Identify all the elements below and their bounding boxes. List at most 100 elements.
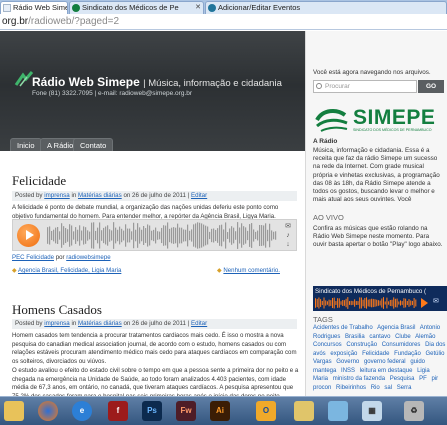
volume-icon[interactable]: ♪	[283, 232, 293, 240]
address-bar[interactable]: org.br/radioweb/?paged=2	[0, 14, 447, 30]
tag-link[interactable]: Serra	[397, 385, 412, 391]
page-favicon	[3, 4, 11, 12]
waveform[interactable]	[47, 222, 277, 249]
url-path: /radioweb/?paged=2	[28, 16, 120, 27]
comment-icon: ◆	[217, 267, 222, 274]
live-title: AO VIVO	[313, 213, 344, 222]
web-page: Rádio Web Simepe | Música, informação e …	[0, 31, 447, 396]
audio-author-link[interactable]: radiowebsimepe	[66, 254, 110, 261]
post-meta: Posted by imprensa in Matérias diárias o…	[12, 191, 297, 201]
search-placeholder: Procurar	[325, 83, 350, 90]
search-input[interactable]: Procurar	[313, 80, 417, 93]
tag-link[interactable]: Rio	[371, 385, 380, 391]
simepe-subtitle: SINDICATO DOS MÉDICOS DE PERNAMBUCO	[353, 128, 432, 132]
tag-link[interactable]: governo federal	[364, 359, 406, 365]
nav-tab-contato[interactable]: Contato	[73, 138, 114, 151]
search-go-button[interactable]: GO	[418, 80, 444, 93]
tag-link[interactable]: Consumidores	[382, 342, 421, 348]
archive-note: Você está agora navegando nos arquivos.	[313, 69, 431, 76]
firefox-icon[interactable]	[38, 401, 58, 421]
post-title[interactable]: Homens Casados	[12, 302, 102, 318]
tab-label: Rádio Web Simepe	[13, 3, 67, 12]
edit-link[interactable]: Editar	[191, 320, 207, 327]
nav-tab-inicio[interactable]: Inicio	[10, 138, 42, 151]
post-date: on 26 de julho de 2011 |	[123, 192, 190, 199]
tag-link[interactable]: Fundação	[394, 351, 421, 357]
post-title[interactable]: Felicidade	[12, 173, 66, 189]
site-title[interactable]: Rádio Web Simepe | Música, informação e …	[32, 75, 282, 89]
internet-explorer-icon[interactable]: e	[72, 401, 92, 421]
main-nav: Inicio A Rádio Contato	[0, 135, 305, 151]
close-tab-icon[interactable]: ✕	[195, 2, 201, 14]
comments-count: Nenhum comentário.	[223, 267, 280, 274]
tag-link[interactable]: PF	[419, 376, 427, 382]
recycle-bin-icon[interactable]: ♻	[404, 401, 424, 421]
taskbar: e f Ps Fw Ai O ▦ ♻	[0, 396, 447, 425]
wordpress-favicon	[208, 4, 216, 12]
author-link[interactable]: imprensa	[44, 320, 69, 327]
tag-link[interactable]: Ribeirinhos	[336, 385, 366, 391]
about-text: Música, informação e cidadania. Essa é a…	[313, 147, 440, 204]
post-tags-links[interactable]: Agencia Brasil, Felicidade, Ligia Maria	[18, 267, 121, 274]
tag-link[interactable]: procon	[313, 385, 331, 391]
post-list: Felicidade Posted by imprensa in Matéria…	[0, 151, 305, 396]
site-name: Rádio Web Simepe	[32, 75, 140, 89]
browser-tab-adicionar-eventos[interactable]: Adicionar/Editar Eventos	[205, 1, 447, 14]
share-icon[interactable]: ✉	[283, 223, 293, 231]
post-footer: ◆ Agencia Brasil, Felicidade, Ligia Mari…	[12, 267, 299, 276]
folder-icon[interactable]	[4, 401, 24, 421]
category-link[interactable]: Matérias diárias	[78, 320, 122, 327]
tag-link[interactable]: Concursos	[313, 342, 342, 348]
explorer-icon[interactable]	[294, 401, 314, 421]
meta-text: Posted by	[15, 192, 43, 199]
live-waveform[interactable]	[315, 297, 417, 309]
tag-cloud: Acidentes de Trabalho Agencia Brasil Ant…	[313, 324, 446, 392]
live-player-title: Sindicato dos Médicos de Pernambuco (	[315, 288, 427, 295]
tab-label: Sindicato dos Médicos de Pe	[82, 3, 179, 12]
audio-credit: PEC Felicidade por radiowebsimepe	[12, 254, 299, 263]
audio-link[interactable]: PEC Felicidade	[12, 254, 54, 261]
photoshop-icon[interactable]: Ps	[142, 401, 162, 421]
tag-link[interactable]: Governo	[336, 359, 359, 365]
tag-link[interactable]: leitura em destaque	[360, 368, 413, 374]
illustrator-icon[interactable]: Ai	[210, 401, 230, 421]
audio-player: ✉ ♪ ↓	[12, 219, 297, 251]
tag-link[interactable]: INSS	[341, 368, 355, 374]
flash-icon[interactable]: f	[108, 401, 128, 421]
comments-link[interactable]: ◆ Nenhum comentário.	[217, 267, 280, 276]
post-meta: Posted by imprensa in Matérias diárias o…	[12, 319, 297, 329]
browser-tab-sindicato[interactable]: Sindicato dos Médicos de Pe ✕	[69, 1, 204, 14]
tag-link[interactable]: Acidentes de Trabalho	[313, 325, 373, 331]
live-play-icon[interactable]	[421, 298, 428, 308]
post-body-paragraph: O estudo avaliou o efeito do estado civi…	[12, 367, 299, 396]
tag-link[interactable]: Construção	[346, 342, 377, 348]
play-button[interactable]	[17, 224, 40, 247]
browser-tab-radio-web-simepe[interactable]: Rádio Web Simepe	[0, 1, 68, 14]
tag-link[interactable]: sal	[384, 385, 392, 391]
category-link[interactable]: Matérias diárias	[78, 192, 122, 199]
tags-title: TAGS	[313, 315, 333, 324]
tag-link[interactable]: ministro da fazenda	[333, 376, 385, 382]
tag-link[interactable]: pir	[431, 376, 438, 382]
edit-link[interactable]: Editar	[191, 192, 207, 199]
tag-link[interactable]: exposição	[330, 351, 357, 357]
download-icon[interactable]: ↓	[283, 241, 293, 249]
live-share-icon[interactable]: ✉	[433, 297, 439, 305]
fireworks-icon[interactable]: Fw	[176, 401, 196, 421]
tag-link[interactable]: Brasilia	[345, 334, 365, 340]
tag-link[interactable]: Pesquisa	[390, 376, 415, 382]
author-link[interactable]: imprensa	[44, 192, 69, 199]
tag-link[interactable]: Felicidade	[362, 351, 389, 357]
post-body: Homem casados tem tendencia a procurar t…	[12, 332, 297, 365]
tag-link[interactable]: Alemão	[415, 334, 435, 340]
tag-link[interactable]: Agencia Brasil	[377, 325, 415, 331]
simepe-wordmark: SIMEPE	[353, 106, 436, 129]
tag-link[interactable]: cantavo	[369, 334, 390, 340]
tag-link[interactable]: Clube	[395, 334, 411, 340]
outlook-icon[interactable]: O	[256, 401, 276, 421]
calendar-icon[interactable]: ▦	[362, 401, 382, 421]
post-date: on 26 de julho de 2011 |	[123, 320, 190, 327]
sidebar: Você está agora navegando nos arquivos. …	[305, 31, 447, 396]
audio-by: por	[55, 254, 65, 261]
paint-icon[interactable]	[328, 401, 348, 421]
